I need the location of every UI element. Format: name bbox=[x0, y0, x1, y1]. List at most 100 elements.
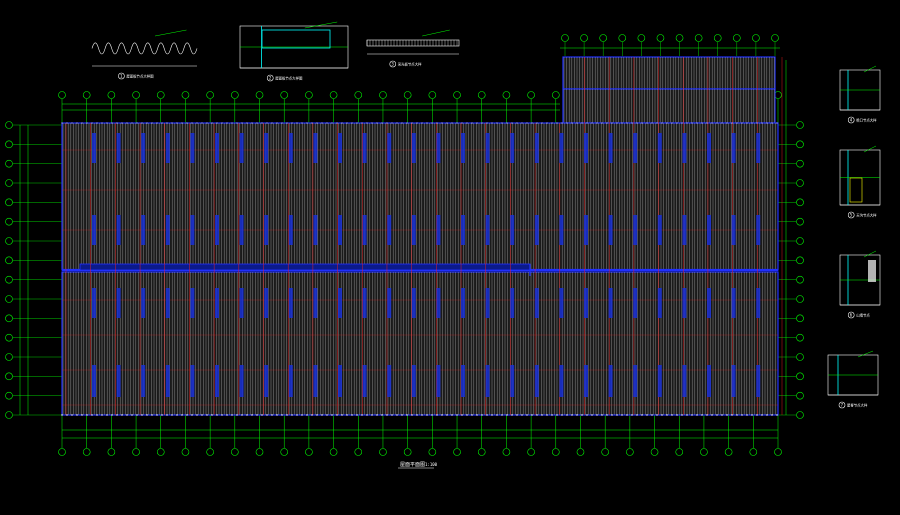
axis-bubble bbox=[601, 448, 609, 456]
skylight-strip bbox=[264, 133, 269, 163]
axis-bubble bbox=[5, 333, 13, 342]
skylight-strip bbox=[657, 133, 662, 163]
skylight-strip bbox=[731, 215, 736, 245]
skylight-strip bbox=[559, 133, 564, 163]
axis-bubble bbox=[58, 448, 66, 456]
edge-marker bbox=[161, 414, 163, 416]
edge-marker bbox=[306, 122, 308, 124]
edge-marker bbox=[566, 414, 568, 416]
skylight-strip bbox=[756, 365, 761, 397]
edge-marker bbox=[386, 122, 388, 124]
edge-marker bbox=[441, 414, 443, 416]
edge-marker bbox=[286, 122, 288, 124]
edge-marker bbox=[71, 122, 73, 124]
edge-marker bbox=[296, 414, 298, 416]
edge-marker bbox=[526, 414, 528, 416]
axis-bubble bbox=[255, 91, 264, 99]
edge-marker bbox=[591, 414, 593, 416]
detail-caption: 天沟节点大样 bbox=[856, 213, 877, 218]
edge-marker bbox=[141, 414, 143, 416]
axis-bubble bbox=[650, 448, 659, 456]
edge-marker bbox=[451, 414, 453, 416]
skylight-strip bbox=[608, 288, 613, 318]
axis-bubble bbox=[796, 159, 804, 168]
skylight-strip bbox=[165, 133, 170, 163]
edge-marker bbox=[401, 414, 403, 416]
edge-marker bbox=[201, 414, 203, 416]
axis-bubble bbox=[5, 198, 13, 207]
edge-marker bbox=[101, 414, 103, 416]
axis-bubble bbox=[752, 34, 760, 42]
edge-marker bbox=[96, 122, 98, 124]
axis-bubble bbox=[733, 34, 741, 42]
cad-drawing-canvas: 1 屋面板节点大样图 2 屋面板节点大样图3 采光板节点大样4 檐口节点大样5 天沟节点大样… bbox=[5, 21, 881, 469]
detail-caption: 檐口节点大样 bbox=[856, 118, 877, 123]
edge-marker bbox=[726, 414, 728, 416]
edge-marker bbox=[381, 414, 383, 416]
edge-marker bbox=[611, 414, 613, 416]
edge-marker bbox=[311, 122, 313, 124]
detail-label-number: 1 bbox=[120, 74, 123, 79]
skylight-strip bbox=[313, 288, 318, 318]
edge-marker bbox=[276, 122, 278, 124]
axis-bubble bbox=[428, 448, 437, 456]
axis-bubble bbox=[329, 448, 338, 456]
skylight-strip bbox=[362, 365, 367, 397]
axis-bubble bbox=[5, 275, 13, 284]
edge-marker bbox=[441, 122, 443, 124]
edge-marker bbox=[476, 414, 478, 416]
axis-bubble bbox=[796, 275, 804, 284]
edge-marker bbox=[61, 122, 63, 124]
skylight-strip bbox=[756, 215, 761, 245]
axis-bubble bbox=[206, 91, 214, 99]
edge-marker bbox=[141, 122, 143, 124]
skylight-strip bbox=[239, 365, 244, 397]
edge-marker bbox=[156, 122, 158, 124]
edge-marker bbox=[491, 414, 493, 416]
edge-marker bbox=[191, 122, 193, 124]
edge-marker bbox=[476, 122, 478, 124]
skylight-strip bbox=[461, 133, 465, 163]
edge-marker bbox=[351, 122, 353, 124]
axis-bubble bbox=[551, 91, 560, 99]
edge-marker bbox=[741, 122, 743, 124]
edge-marker bbox=[706, 122, 708, 124]
skylight-strip bbox=[633, 288, 638, 318]
edge-marker bbox=[506, 414, 508, 416]
skylight-strip bbox=[657, 215, 662, 245]
gutter bbox=[79, 263, 531, 271]
skylight-strip bbox=[411, 133, 416, 163]
edge-marker bbox=[481, 414, 483, 416]
edge-marker bbox=[321, 122, 323, 124]
axis-bubble bbox=[502, 91, 511, 99]
edge-marker bbox=[601, 414, 603, 416]
skylight-strip bbox=[215, 133, 219, 163]
edge-marker bbox=[561, 414, 563, 416]
axis-bubble bbox=[656, 34, 665, 42]
skylight-strip bbox=[485, 288, 490, 318]
axis-bubble bbox=[796, 198, 804, 207]
skylight-strip bbox=[584, 133, 588, 163]
edge-marker bbox=[656, 414, 658, 416]
edge-marker bbox=[226, 122, 228, 124]
edge-marker bbox=[411, 414, 413, 416]
edge-marker bbox=[106, 414, 108, 416]
skylight-strip bbox=[313, 133, 318, 163]
axis-bubble bbox=[5, 237, 13, 245]
edge-marker bbox=[721, 414, 723, 416]
skylight-strip bbox=[387, 288, 392, 318]
edge-marker bbox=[76, 414, 78, 416]
edge-marker bbox=[221, 122, 223, 124]
skylight-strip bbox=[756, 288, 761, 318]
leader-line bbox=[154, 29, 187, 37]
skylight-strip bbox=[313, 365, 318, 397]
detail-accent bbox=[261, 29, 331, 49]
roof-plan-layer bbox=[61, 56, 783, 469]
edge-marker bbox=[736, 414, 738, 416]
skylight-strip bbox=[92, 365, 96, 397]
edge-marker bbox=[751, 122, 753, 124]
edge-marker bbox=[401, 122, 403, 124]
edge-marker bbox=[316, 414, 318, 416]
edge-marker bbox=[536, 122, 538, 124]
edge-marker bbox=[616, 414, 618, 416]
